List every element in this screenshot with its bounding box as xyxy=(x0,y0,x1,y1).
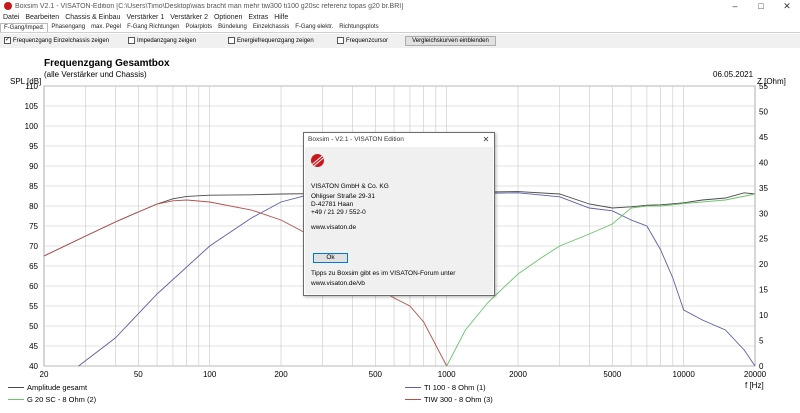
dialog-street: Ohligser Straße 29-31 xyxy=(311,193,375,200)
y2-tick-label: 5 xyxy=(759,337,764,346)
y-tick-label: 70 xyxy=(29,242,38,251)
dialog-close-icon[interactable]: ✕ xyxy=(478,135,494,144)
y2-tick-label: 35 xyxy=(759,184,768,193)
y2-tick-label: 45 xyxy=(759,133,768,142)
dialog-city: D-42781 Haan xyxy=(311,201,354,208)
x-tick-label: 1000 xyxy=(438,370,456,379)
y-tick-label: 95 xyxy=(29,142,38,151)
y2-tick-label: 30 xyxy=(759,209,768,218)
y-axis-label: SPL [dB] xyxy=(10,77,41,86)
x-axis-label: f [Hz] xyxy=(745,381,764,390)
y-tick-label: 75 xyxy=(29,222,38,231)
y-tick-label: 105 xyxy=(25,102,39,111)
dialog-forum[interactable]: www.visaton.de/vb xyxy=(311,280,365,287)
dialog-web[interactable]: www.visaton.de xyxy=(311,224,356,231)
dialog-body: VISATON GmbH & Co. KG Ohligser Straße 29… xyxy=(305,147,493,294)
y2-tick-label: 25 xyxy=(759,235,768,244)
y2-tick-label: 50 xyxy=(759,107,768,116)
dialog-title: Boxsim - V2.1 - VISATON Edition xyxy=(308,136,404,143)
about-dialog: Boxsim - V2.1 - VISATON Edition ✕ VISATO… xyxy=(303,132,495,296)
dialog-phone: +49 / 21 29 / 552-0 xyxy=(311,209,366,216)
y2-tick-label: 15 xyxy=(759,286,768,295)
y-tick-label: 45 xyxy=(29,342,38,351)
y-tick-label: 80 xyxy=(29,202,38,211)
y2-axis-label: Z [Ohm] xyxy=(757,77,786,86)
y-tick-label: 40 xyxy=(29,362,38,371)
y-tick-label: 90 xyxy=(29,162,38,171)
y-tick-label: 100 xyxy=(25,122,39,131)
legend-item-tiw300: TIW 300 - 8 Ohm (3) xyxy=(405,395,493,404)
ok-button[interactable]: Ok xyxy=(313,253,348,263)
x-tick-label: 20 xyxy=(40,370,49,379)
x-tick-label: 20000 xyxy=(744,370,767,379)
x-tick-label: 5000 xyxy=(603,370,621,379)
dialog-tips: Tipps zu Boxsim gibt es im VISATON-Forum… xyxy=(311,270,456,277)
y2-tick-label: 40 xyxy=(759,158,768,167)
y-tick-label: 55 xyxy=(29,302,38,311)
x-tick-label: 50 xyxy=(134,370,143,379)
legend-item-amplitude: Amplitude gesamt xyxy=(8,383,87,392)
x-tick-label: 200 xyxy=(274,370,288,379)
x-tick-label: 10000 xyxy=(673,370,696,379)
x-tick-label: 2000 xyxy=(509,370,527,379)
y-tick-label: 85 xyxy=(29,182,38,191)
legend-item-g20sc: G 20 SC - 8 Ohm (2) xyxy=(8,395,96,404)
y-tick-label: 65 xyxy=(29,262,38,271)
dialog-title-bar: Boxsim - V2.1 - VISATON Edition ✕ xyxy=(304,133,494,146)
visaton-logo-icon xyxy=(311,154,324,167)
x-tick-label: 100 xyxy=(203,370,217,379)
legend-item-ti100: TI 100 - 8 Ohm (1) xyxy=(405,383,486,392)
y-tick-label: 50 xyxy=(29,322,38,331)
y2-tick-label: 20 xyxy=(759,260,768,269)
y-tick-label: 60 xyxy=(29,282,38,291)
dialog-company: VISATON GmbH & Co. KG xyxy=(311,183,389,190)
x-tick-label: 500 xyxy=(369,370,383,379)
y2-tick-label: 10 xyxy=(759,311,768,320)
